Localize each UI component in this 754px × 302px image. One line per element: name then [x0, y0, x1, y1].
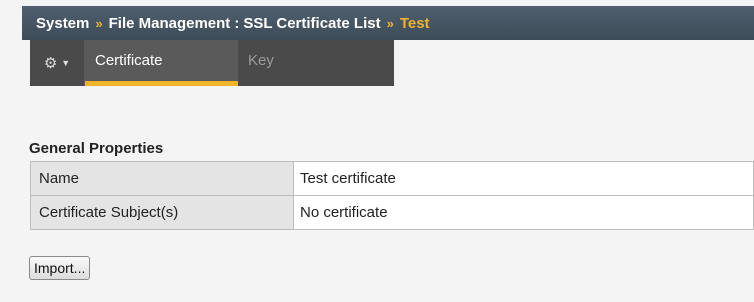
tab-bar: ⚙ ▼ Certificate Key: [30, 40, 394, 86]
tab-key[interactable]: Key: [238, 40, 391, 86]
settings-menu-button[interactable]: ⚙ ▼: [30, 40, 85, 86]
tab-label: Certificate: [95, 52, 163, 69]
breadcrumb: System » File Management : SSL Certifica…: [22, 6, 754, 40]
gear-icon: ⚙: [43, 55, 58, 72]
breadcrumb-file-management[interactable]: File Management: [109, 15, 231, 32]
breadcrumb-colon: :: [234, 14, 240, 32]
property-value: No certificate: [293, 195, 754, 230]
tab-label: Key: [248, 52, 274, 69]
breadcrumb-ssl-certificate-list[interactable]: SSL Certificate List: [243, 15, 380, 32]
import-button[interactable]: Import...: [29, 256, 91, 280]
breadcrumb-system[interactable]: System: [36, 15, 89, 32]
caret-down-icon: ▼: [61, 58, 71, 68]
breadcrumb-separator: »: [95, 15, 103, 31]
table-row: Name Test certificate: [30, 161, 754, 196]
table-row: Certificate Subject(s) No certificate: [30, 195, 754, 230]
property-label: Name: [30, 161, 294, 196]
section-title: General Properties: [29, 140, 164, 157]
breadcrumb-separator: »: [386, 15, 394, 31]
general-properties-table: Name Test certificate Certificate Subjec…: [30, 161, 754, 230]
breadcrumb-current: Test: [399, 14, 430, 32]
property-label: Certificate Subject(s): [30, 195, 294, 230]
tab-certificate[interactable]: Certificate: [85, 40, 238, 86]
property-value: Test certificate: [293, 161, 754, 196]
